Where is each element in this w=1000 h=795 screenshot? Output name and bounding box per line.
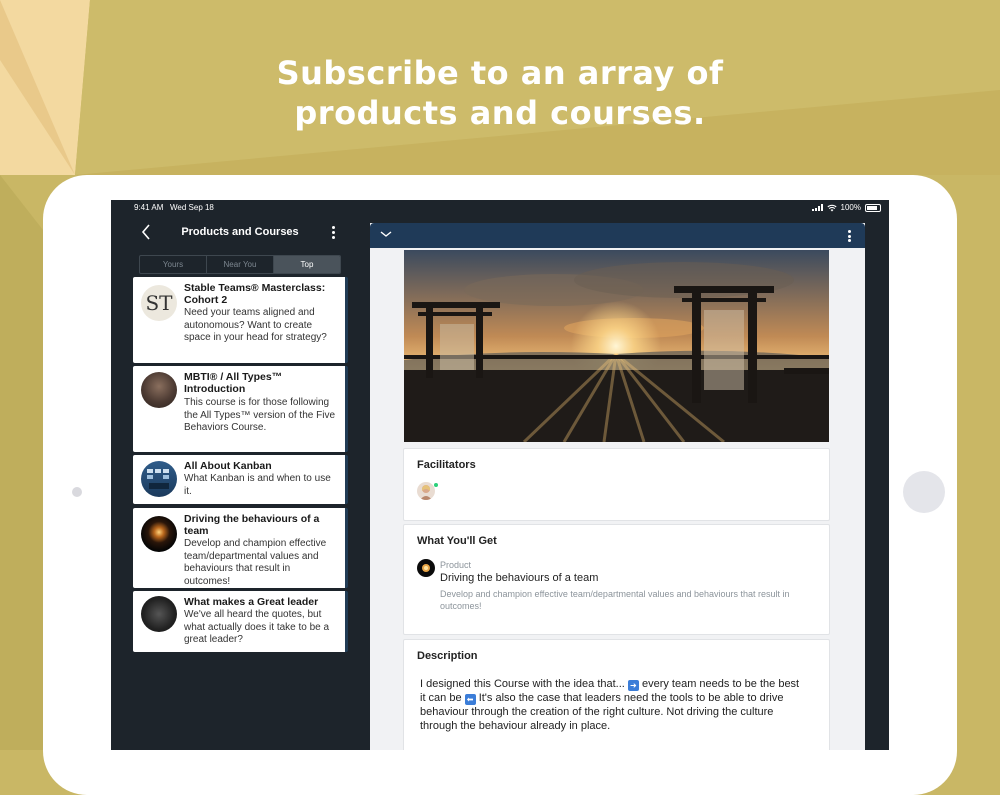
online-status-indicator <box>434 483 438 487</box>
course-description: Develop and champion effective team/depa… <box>184 538 327 587</box>
course-detail-panel: Facilitators What You'll Get Product Dri… <box>370 223 865 750</box>
headline-line-2: products and courses. <box>294 94 706 132</box>
app-screen: 9:41 AM Wed Sep 18 100% Products and Cou… <box>111 200 889 750</box>
course-title: MBTI® / All Types™ Introduction <box>184 371 283 395</box>
what-youll-get-section: What You'll Get Product Driving the beha… <box>403 524 830 635</box>
course-thumbnail-mbti <box>141 372 177 408</box>
course-title: What makes a Great leader <box>184 596 319 608</box>
headline-line-1: Subscribe to an array of <box>276 54 724 92</box>
product-description: Develop and champion effective team/depa… <box>440 589 790 611</box>
tab-near-you[interactable]: Near You <box>207 256 274 273</box>
product-thumbnail <box>417 559 435 577</box>
course-title: All About Kanban <box>184 460 272 472</box>
facilitators-title: Facilitators <box>417 459 476 471</box>
description-text: I designed this Course with the idea tha… <box>420 677 800 733</box>
course-description: We've all heard the quotes, but what act… <box>184 609 330 645</box>
product-name[interactable]: Driving the behaviours of a team <box>440 572 598 584</box>
course-title: Driving the behaviours of a team <box>184 513 320 537</box>
course-card-stable-teams[interactable]: ST Stable Teams® Masterclass: Cohort 2 N… <box>133 277 348 363</box>
status-bar: 9:41 AM Wed Sep 18 100% <box>111 200 889 216</box>
torii-sunset-image <box>404 250 829 442</box>
kanban-board-icon <box>147 469 169 489</box>
course-description: This course is for those following the A… <box>184 397 336 433</box>
facilitators-section: Facilitators <box>403 448 830 521</box>
facilitator-avatar[interactable] <box>417 482 435 500</box>
description-title: Description <box>417 650 478 662</box>
course-title: Stable Teams® Masterclass: Cohort 2 <box>184 282 326 306</box>
course-card-mbti[interactable]: MBTI® / All Types™ Introduction This cou… <box>133 366 348 452</box>
course-description: What Kanban is and when to use it. <box>184 473 331 497</box>
course-card-great-leader[interactable]: What makes a Great leader We've all hear… <box>133 591 348 652</box>
course-thumbnail-text: ST <box>145 291 173 315</box>
cellular-signal-icon <box>811 204 823 211</box>
detail-header <box>370 223 865 248</box>
tablet-camera <box>72 487 82 497</box>
battery-percent: 100% <box>840 203 861 212</box>
status-indicators: 100% <box>811 203 881 212</box>
person-icon <box>420 485 432 500</box>
arrow-right-icon: ➜ <box>627 680 639 691</box>
tab-top[interactable]: Top <box>274 256 340 273</box>
course-thumbnail-leader <box>141 596 177 632</box>
description-text-part-1: I designed this Course with the idea tha… <box>420 678 628 690</box>
chevron-down-icon[interactable] <box>379 227 393 241</box>
tablet-home-button[interactable] <box>903 471 945 513</box>
bulb-icon <box>422 564 430 572</box>
arrow-left-icon: ⬅ <box>464 694 476 705</box>
kebab-menu-icon[interactable] <box>330 226 336 239</box>
course-thumbnail-st: ST <box>141 285 177 321</box>
status-time: 9:41 AM <box>134 203 164 212</box>
course-thumbnail-kanban <box>141 461 177 497</box>
status-date: Wed Sep 18 <box>170 203 214 212</box>
course-thumbnail-behaviours <box>141 516 177 552</box>
tab-bar: Yours Near You Top <box>139 255 341 274</box>
description-section: Description I designed this Course with … <box>403 639 830 750</box>
course-card-driving-behaviours[interactable]: Driving the behaviours of a team Develop… <box>133 508 348 588</box>
what-youll-get-title: What You'll Get <box>417 535 497 547</box>
course-description: Need your teams aligned and autonomous? … <box>184 307 327 343</box>
kebab-menu-icon[interactable] <box>846 230 852 242</box>
course-hero-image <box>404 250 829 442</box>
wifi-icon <box>826 204 837 211</box>
product-kind: Product <box>440 560 472 570</box>
tab-yours[interactable]: Yours <box>140 256 207 273</box>
course-card-kanban[interactable]: All About Kanban What Kanban is and when… <box>133 455 348 504</box>
battery-icon <box>865 203 881 212</box>
